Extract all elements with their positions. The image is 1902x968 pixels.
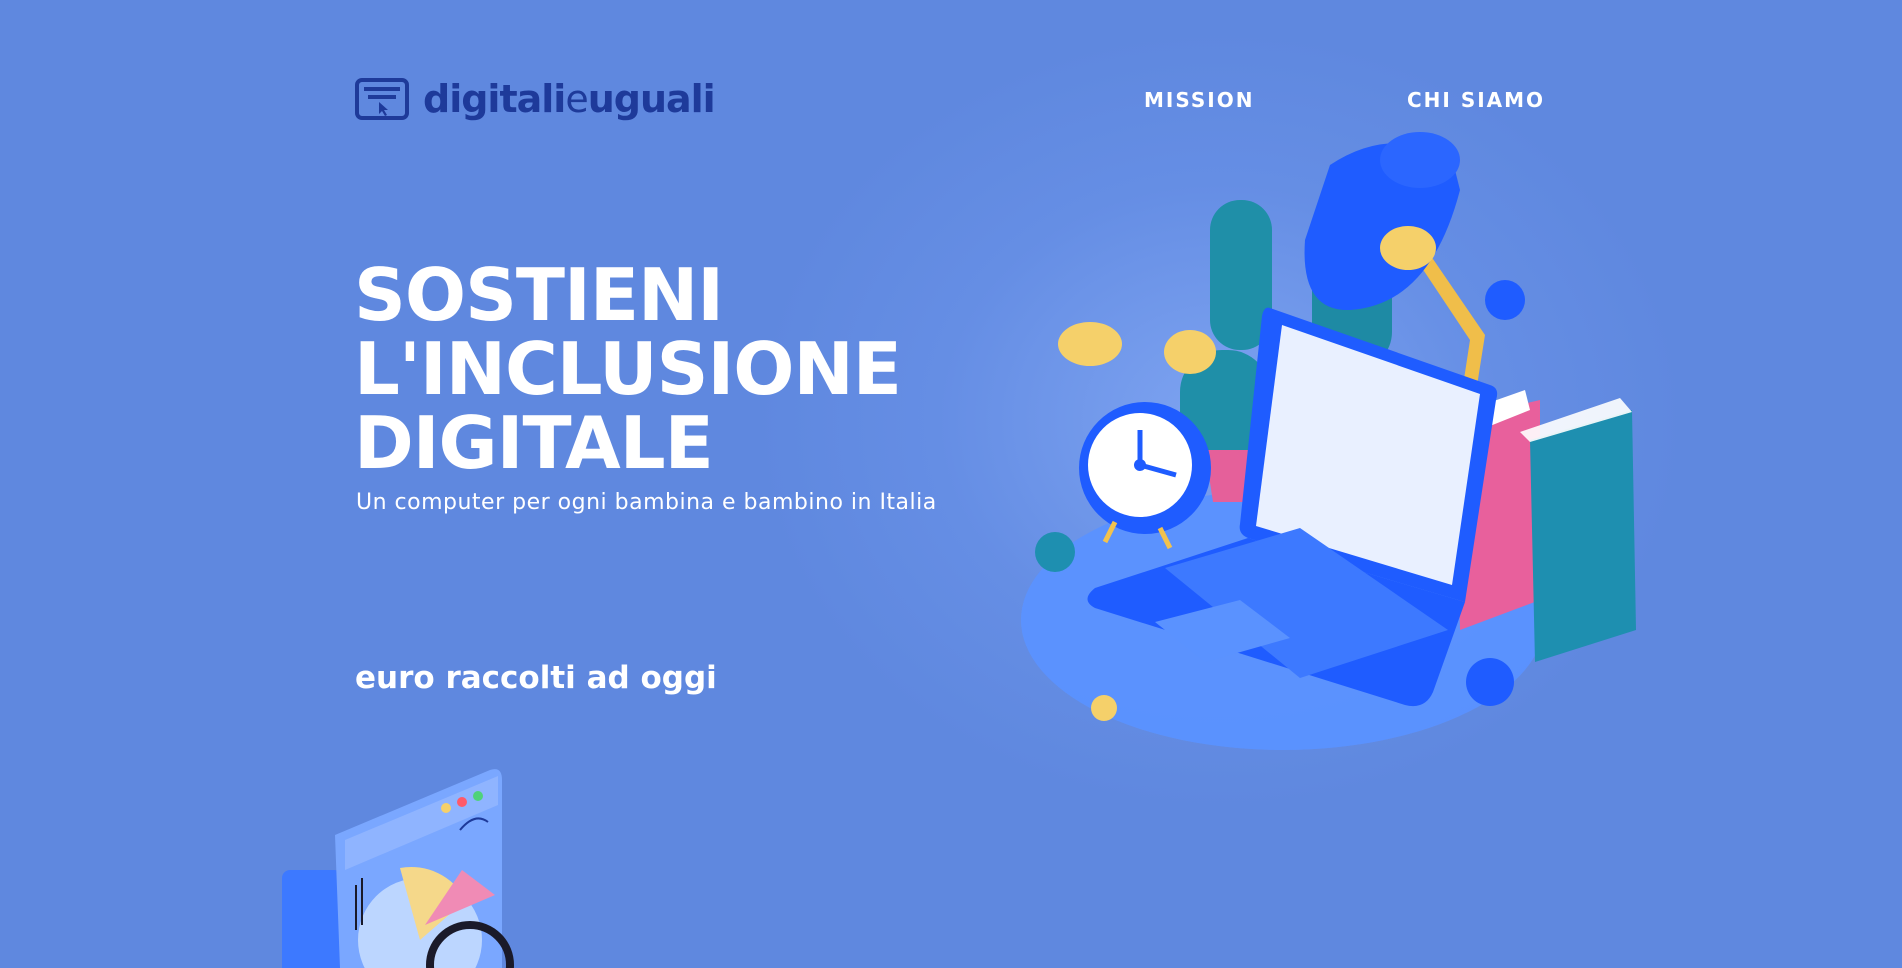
hero-title-line-2: L'INCLUSIONE xyxy=(354,327,902,411)
logo-wordmark: digitalieuguali xyxy=(423,77,716,121)
hero-title-line-1: SOSTIENI xyxy=(354,253,724,337)
desk-illustration xyxy=(1021,132,1636,750)
nav-link-mission[interactable]: MISSION xyxy=(1144,88,1254,112)
ball-teal xyxy=(1035,532,1075,572)
landing-page: digitalieuguali MISSION CHI SIAMO SOSTIE… xyxy=(0,0,1902,968)
logo-text-bold: digitali xyxy=(423,77,566,121)
chart-illustration xyxy=(282,769,514,968)
raised-counter-label: euro raccolti ad oggi xyxy=(355,660,717,696)
logo-text-end: uguali xyxy=(587,77,716,121)
ball-blue xyxy=(1466,658,1514,706)
monitor-cursor-icon xyxy=(355,78,409,120)
hero-title-line-3: DIGITALE xyxy=(354,401,714,485)
window-dot-green xyxy=(473,791,483,801)
window-dot-yellow xyxy=(441,803,451,813)
nav-link-chi-siamo[interactable]: CHI SIAMO xyxy=(1407,88,1545,112)
logo-link[interactable]: digitalieuguali xyxy=(355,77,716,121)
hero-title: SOSTIENI L'INCLUSIONE DIGITALE xyxy=(354,258,1054,480)
logo-text-thin: e xyxy=(565,77,588,121)
hero-subtitle: Un computer per ogni bambina e bambino i… xyxy=(356,490,937,515)
window-dot-red xyxy=(457,797,467,807)
ball-yellow xyxy=(1091,695,1117,721)
